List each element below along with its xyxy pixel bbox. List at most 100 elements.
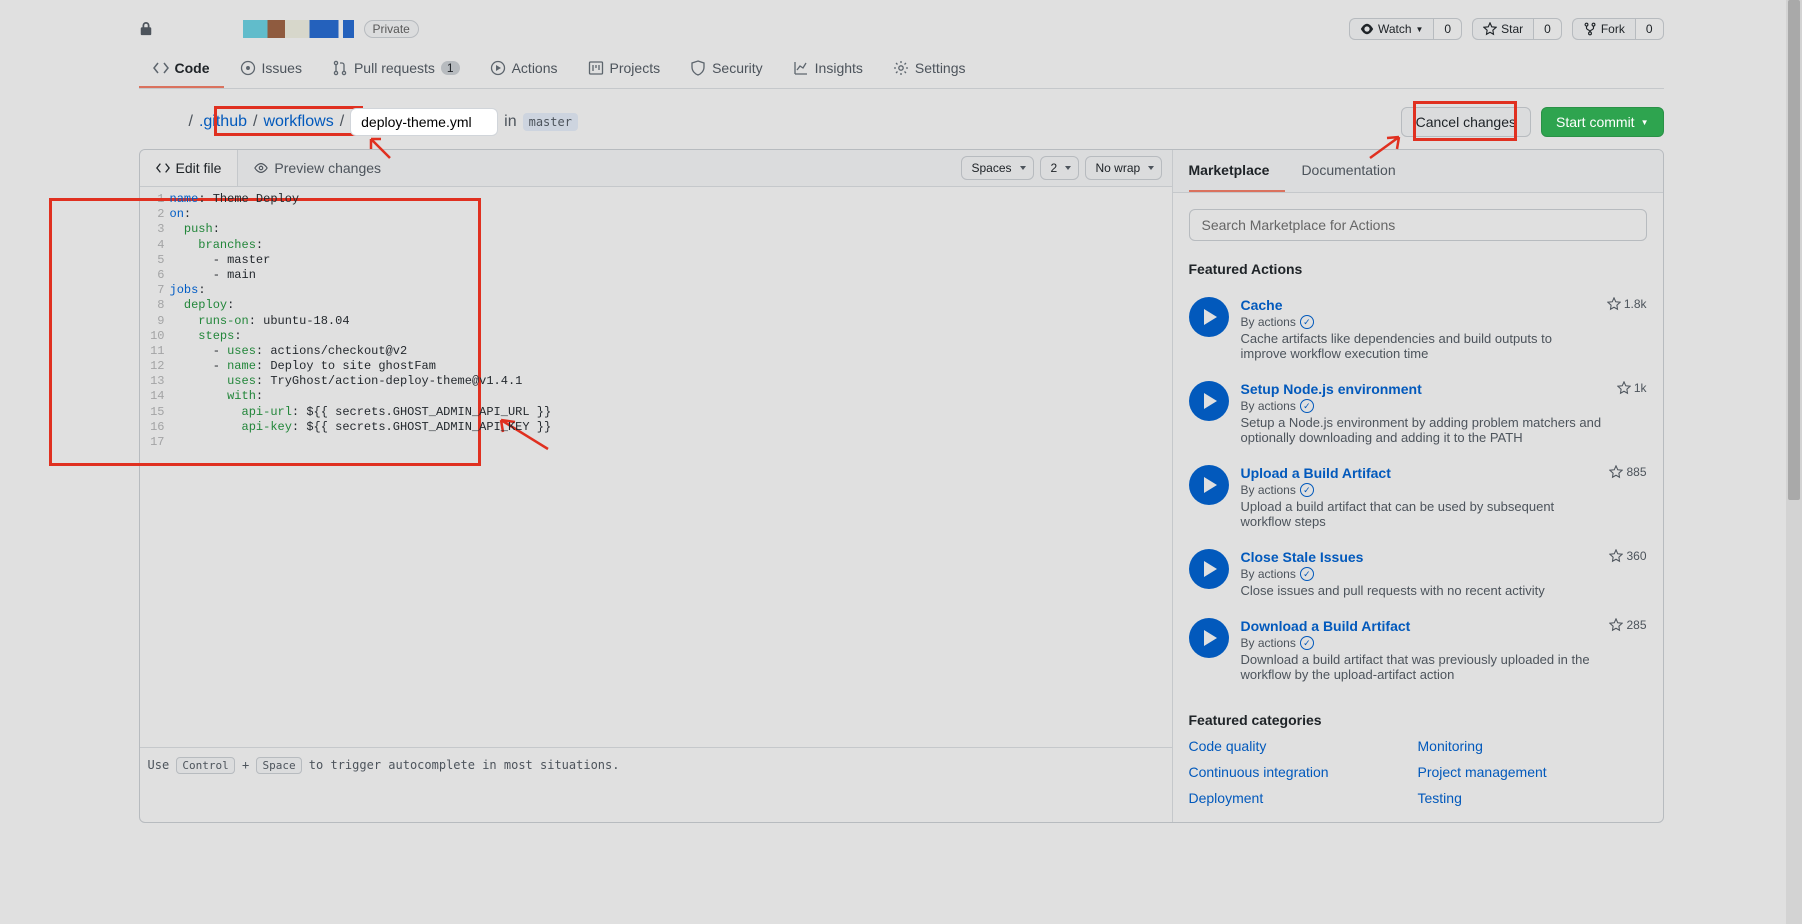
tab-actions[interactable]: Actions <box>476 50 572 88</box>
category-link[interactable]: Deployment <box>1189 790 1418 806</box>
privacy-badge: Private <box>364 20 419 38</box>
edit-file-tab[interactable]: Edit file <box>140 150 239 186</box>
fork-count: 0 <box>1635 18 1664 40</box>
star-icon <box>1609 465 1623 479</box>
repo-tabs: Code Issues Pull requests 1 Actions Proj… <box>139 50 1664 89</box>
star-icon <box>1617 381 1631 395</box>
category-link[interactable]: Project management <box>1418 764 1647 780</box>
tab-pull-requests[interactable]: Pull requests 1 <box>318 50 474 88</box>
marketplace-action-item[interactable]: Cache By actions ✓ Cache artifacts like … <box>1189 287 1647 371</box>
issues-icon <box>240 60 256 76</box>
play-icon <box>1189 465 1229 505</box>
action-stars: 285 <box>1609 618 1646 632</box>
lock-icon <box>139 21 153 37</box>
tab-security[interactable]: Security <box>676 50 777 88</box>
play-icon <box>1189 381 1229 421</box>
gear-icon <box>893 60 909 76</box>
action-author: By actions ✓ <box>1241 315 1595 329</box>
code-icon <box>153 60 169 76</box>
code-editor[interactable]: 1234567891011121314151617 name: Theme De… <box>140 187 1172 747</box>
chevron-down-icon: ▼ <box>1641 118 1649 127</box>
sidebar-tab-documentation[interactable]: Documentation <box>1301 150 1411 192</box>
action-description: Download a build artifact that was previ… <box>1241 652 1598 682</box>
actions-icon <box>490 60 506 76</box>
star-icon <box>1607 297 1621 311</box>
breadcrumb: / .github / workflows / in master <box>189 108 578 136</box>
tab-settings[interactable]: Settings <box>879 50 980 88</box>
action-author: By actions ✓ <box>1241 636 1598 650</box>
watch-label: Watch <box>1378 22 1412 36</box>
crumb-github[interactable]: .github <box>199 113 247 131</box>
marketplace-sidebar: Marketplace Documentation Featured Actio… <box>1173 150 1663 822</box>
breadcrumb-row: / .github / workflows / in master Cancel… <box>139 89 1664 149</box>
scrollbar-track[interactable] <box>1786 0 1802 924</box>
action-title: Download a Build Artifact <box>1241 618 1598 634</box>
action-author: By actions ✓ <box>1241 483 1598 497</box>
tab-code[interactable]: Code <box>139 50 224 88</box>
star-label: Star <box>1501 22 1523 36</box>
editor-wrap: Edit file Preview changes Spaces 2 No wr… <box>139 149 1664 823</box>
fork-label: Fork <box>1601 22 1625 36</box>
star-count: 0 <box>1533 18 1562 40</box>
preview-changes-tab[interactable]: Preview changes <box>238 150 397 186</box>
scrollbar-thumb[interactable] <box>1788 0 1800 500</box>
repo-header: Private Watch▼ 0 Star 0 Fork 0 <box>139 0 1664 50</box>
marketplace-action-item[interactable]: Download a Build Artifact By actions ✓ D… <box>1189 608 1647 692</box>
shield-icon <box>690 60 706 76</box>
pull-request-icon <box>332 60 348 76</box>
category-link[interactable]: Code quality <box>1189 738 1418 754</box>
featured-categories-heading: Featured categories <box>1189 712 1647 728</box>
action-description: Cache artifacts like dependencies and bu… <box>1241 331 1595 361</box>
start-commit-button[interactable]: Start commit ▼ <box>1541 107 1664 137</box>
marketplace-action-item[interactable]: Close Stale Issues By actions ✓ Close is… <box>1189 539 1647 608</box>
category-link[interactable]: Continuous integration <box>1189 764 1418 780</box>
star-icon <box>1609 549 1623 563</box>
eye-icon <box>254 161 268 175</box>
play-icon <box>1189 297 1229 337</box>
marketplace-search-input[interactable] <box>1189 209 1647 241</box>
crumb-workflows[interactable]: workflows <box>263 113 333 131</box>
filename-input[interactable] <box>350 108 498 136</box>
action-title: Upload a Build Artifact <box>1241 465 1598 481</box>
action-title: Cache <box>1241 297 1595 313</box>
action-stars: 1k <box>1617 381 1647 395</box>
watch-count: 0 <box>1433 18 1462 40</box>
action-title: Setup Node.js environment <box>1241 381 1605 397</box>
star-button[interactable]: Star 0 <box>1472 18 1562 40</box>
fork-button[interactable]: Fork 0 <box>1572 18 1664 40</box>
cancel-changes-button[interactable]: Cancel changes <box>1401 107 1531 137</box>
action-stars: 1.8k <box>1607 297 1647 311</box>
action-author: By actions ✓ <box>1241 567 1598 581</box>
verified-icon: ✓ <box>1300 483 1314 497</box>
indent-size-select[interactable]: 2 <box>1040 156 1079 180</box>
verified-icon: ✓ <box>1300 315 1314 329</box>
action-stars: 360 <box>1609 549 1646 563</box>
repo-name-redacted <box>243 20 354 38</box>
marketplace-action-item[interactable]: Setup Node.js environment By actions ✓ S… <box>1189 371 1647 455</box>
watch-button[interactable]: Watch▼ 0 <box>1349 18 1462 40</box>
graph-icon <box>793 60 809 76</box>
star-icon <box>1609 618 1623 632</box>
sidebar-tab-marketplace[interactable]: Marketplace <box>1189 150 1286 192</box>
tab-projects[interactable]: Projects <box>574 50 675 88</box>
action-description: Upload a build artifact that can be used… <box>1241 499 1598 529</box>
play-icon <box>1189 618 1229 658</box>
wrap-select[interactable]: No wrap <box>1085 156 1162 180</box>
branch-badge: master <box>523 113 578 131</box>
marketplace-action-item[interactable]: Upload a Build Artifact By actions ✓ Upl… <box>1189 455 1647 539</box>
action-author: By actions ✓ <box>1241 399 1605 413</box>
tab-issues[interactable]: Issues <box>226 50 316 88</box>
code-content[interactable]: name: Theme Deploy on: push: branches: -… <box>170 187 1172 747</box>
tab-insights[interactable]: Insights <box>779 50 877 88</box>
indent-mode-select[interactable]: Spaces <box>961 156 1034 180</box>
line-gutter: 1234567891011121314151617 <box>140 187 170 747</box>
editor-footer-hint: Use Control + Space to trigger autocompl… <box>140 747 1172 784</box>
action-stars: 885 <box>1609 465 1646 479</box>
featured-actions-heading: Featured Actions <box>1189 261 1647 277</box>
category-link[interactable]: Monitoring <box>1418 738 1647 754</box>
action-description: Setup a Node.js environment by adding pr… <box>1241 415 1605 445</box>
play-icon <box>1189 549 1229 589</box>
action-description: Close issues and pull requests with no r… <box>1241 583 1598 598</box>
category-link[interactable]: Testing <box>1418 790 1647 806</box>
code-icon <box>156 161 170 175</box>
